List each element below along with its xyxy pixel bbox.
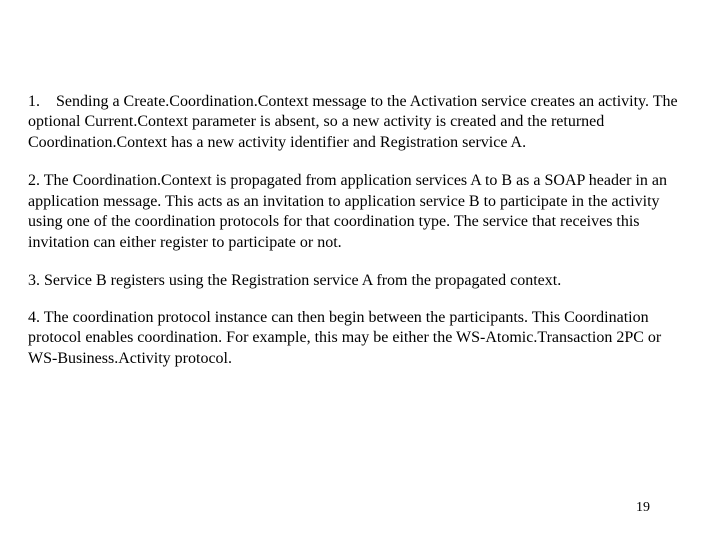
- paragraph-4: 4. The coordination protocol instance ca…: [28, 308, 692, 369]
- paragraph-3: 3. Service B registers using the Registr…: [28, 271, 692, 291]
- page-number: 19: [636, 500, 650, 516]
- slide-page: 1. Sending a Create.Coordination.Context…: [0, 0, 720, 540]
- paragraph-2: 2. The Coordination.Context is propagate…: [28, 171, 692, 253]
- paragraph-1: 1. Sending a Create.Coordination.Context…: [28, 92, 692, 153]
